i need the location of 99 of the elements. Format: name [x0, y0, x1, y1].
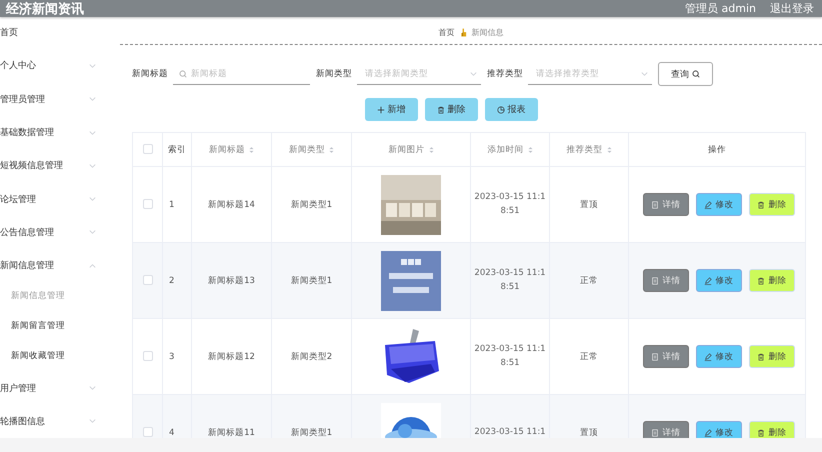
chevron-down-icon — [89, 64, 96, 68]
table-cell: 置顶 — [580, 200, 598, 210]
chevron-down-icon — [641, 72, 648, 76]
filter-label: 新闻类型 — [316, 68, 352, 80]
trash-icon — [756, 352, 764, 360]
table-cell: 新闻标题11 — [208, 428, 255, 438]
trash-icon — [436, 106, 444, 114]
sidebar-subitem[interactable]: 新闻收藏管理 — [0, 340, 65, 370]
add-button[interactable]: 新增 — [364, 98, 418, 121]
checkbox[interactable] — [142, 199, 152, 210]
chevron-down-icon — [89, 386, 96, 390]
checkbox[interactable] — [142, 144, 152, 154]
table-cell: 新闻类型1 — [290, 428, 332, 438]
table-cell: 新闻标题13 — [208, 276, 255, 286]
sort-icon[interactable] — [606, 146, 612, 154]
sidebar-item[interactable]: 论坛管理 — [0, 182, 112, 216]
table-cell: 1 — [169, 200, 174, 210]
sidebar-item[interactable]: 轮播图信息 — [0, 404, 112, 438]
edit-button[interactable]: 修改 — [696, 269, 742, 292]
table-cell: 新闻类型1 — [290, 276, 332, 286]
column-header[interactable]: 新闻图片 — [388, 144, 424, 156]
sidebar-item[interactable]: 首页 — [0, 16, 112, 50]
trash-icon — [756, 428, 764, 436]
table-cell: 4 — [169, 428, 174, 438]
chevron-up-icon — [89, 264, 96, 268]
delete-button[interactable]: 删除 — [748, 193, 794, 216]
query-button[interactable]: 查询 — [658, 62, 713, 86]
chevron-down-icon — [89, 164, 96, 168]
column-header: 索引 — [168, 144, 186, 156]
sidebar-item[interactable]: 用户管理 — [0, 371, 112, 405]
delete-button[interactable]: 删除 — [748, 345, 794, 368]
table-cell: 新闻标题12 — [208, 352, 255, 362]
search-icon — [179, 70, 187, 78]
edit-button[interactable]: 修改 — [696, 345, 742, 368]
search-field[interactable]: 新闻标题 — [173, 63, 310, 85]
pencil-icon — [704, 276, 712, 284]
sidebar-item[interactable]: 基础数据管理 — [0, 116, 112, 150]
table-cell: 2023-03-15 11:1 — [474, 426, 546, 438]
column-header[interactable]: 添加时间 — [488, 144, 524, 156]
table-cell: 正常 — [580, 276, 598, 286]
app-title: 经济新闻资讯 — [6, 0, 85, 18]
edit-button[interactable]: 修改 — [696, 193, 742, 216]
column-header[interactable]: 新闻标题 — [209, 144, 245, 156]
breadcrumb-item[interactable]: 首页 — [438, 27, 454, 38]
sort-icon[interactable] — [249, 146, 254, 154]
delete-button[interactable]: 删除 — [748, 269, 794, 292]
pie-chart-icon — [496, 106, 504, 114]
sidebar-item[interactable]: 管理员管理 — [0, 82, 112, 116]
chevron-down-icon — [89, 230, 96, 234]
table-cell: 3 — [169, 352, 174, 362]
sidebar-item[interactable]: 短视频信息管理 — [0, 149, 112, 182]
logout-link[interactable]: 退出登录 — [770, 1, 814, 16]
checkbox[interactable] — [142, 275, 152, 286]
chevron-down-icon — [89, 97, 96, 102]
pencil-icon — [704, 428, 712, 436]
column-header[interactable]: 推荐类型 — [566, 144, 602, 156]
delete-button[interactable]: 删除 — [424, 98, 478, 121]
user-label: 管理员 admin — [685, 1, 756, 16]
sidebar-subitem[interactable]: 新闻留言管理 — [0, 311, 65, 341]
delete-button[interactable]: 删除 — [748, 421, 794, 438]
hand-icon — [460, 28, 466, 37]
table-cell-text: 2023-03-15 11:18:51 — [474, 342, 546, 370]
table-cell: 正常 — [580, 352, 598, 362]
pencil-icon — [704, 352, 712, 360]
trash-icon — [756, 276, 764, 284]
table-cell: 新闻标题14 — [208, 200, 255, 210]
column-header: 操作 — [708, 144, 726, 156]
trash-icon — [756, 200, 764, 208]
search-icon — [692, 70, 700, 78]
plus-icon — [376, 106, 384, 114]
document-icon — [650, 276, 658, 284]
filter-label: 新闻标题 — [132, 68, 168, 80]
chevron-down-icon — [89, 130, 96, 135]
checkbox[interactable] — [142, 427, 152, 438]
checkbox[interactable] — [142, 351, 152, 362]
report-button[interactable]: 报表 — [484, 98, 538, 121]
sort-icon[interactable] — [428, 146, 434, 154]
pencil-icon — [704, 200, 712, 208]
table-cell-text: 2023-03-15 11:18:51 — [474, 266, 546, 294]
table-cell: 2 — [169, 276, 174, 286]
table-cell-text: 2023-03-15 11:18:51 — [474, 190, 546, 218]
table-cell: 新闻类型1 — [290, 200, 332, 210]
table-cell: 置顶 — [580, 428, 598, 438]
filter-label: 推荐类型 — [487, 68, 523, 80]
chevron-down-icon — [89, 197, 96, 202]
document-icon — [650, 200, 658, 208]
sidebar-item[interactable]: 公告信息管理 — [0, 216, 112, 250]
edit-button[interactable]: 修改 — [696, 421, 742, 438]
sidebar-item[interactable]: 新闻信息管理 — [0, 249, 112, 282]
breadcrumb-item: 新闻信息 — [472, 27, 504, 38]
column-header[interactable]: 新闻类型 — [289, 144, 325, 156]
sidebar-item[interactable]: 个人中心 — [0, 49, 112, 83]
chevron-down-icon — [470, 72, 477, 76]
document-icon — [650, 352, 658, 360]
chevron-down-icon — [89, 419, 96, 424]
document-icon — [650, 428, 658, 436]
sort-icon[interactable] — [329, 146, 334, 154]
table-cell: 新闻类型2 — [290, 352, 332, 362]
sort-icon[interactable] — [528, 146, 532, 154]
